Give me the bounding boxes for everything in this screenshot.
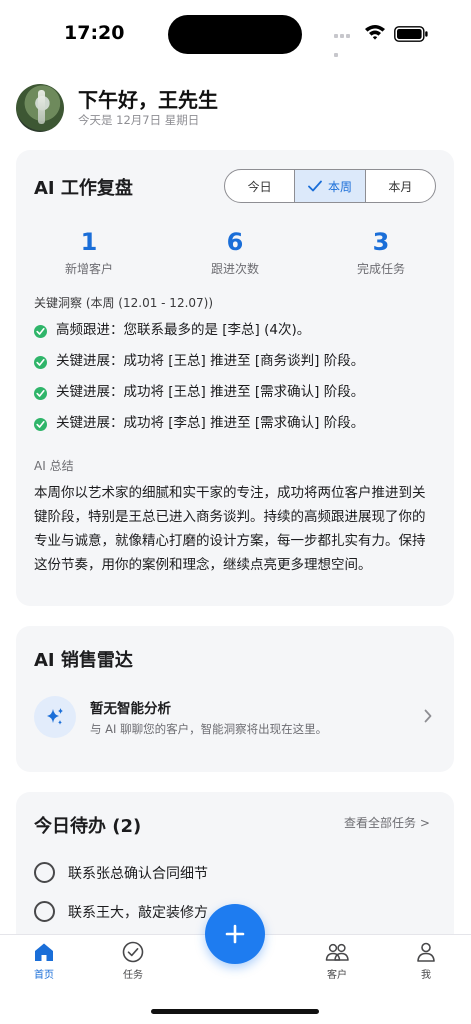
tab-label: 客户 — [327, 970, 347, 981]
stat-label: 新增客户 — [64, 262, 113, 276]
ai-work-review-card: AI 工作复盘 今日 本周 本月 1 新增客户 6 跟进次数 3 完成任务 关键… — [16, 150, 454, 606]
date-line: 今天是 12月7日 星期日 — [78, 113, 200, 127]
tab-today[interactable]: 今日 — [225, 170, 296, 202]
ai-sales-radar-card: AI 销售雷达 暂无智能分析 与 AI 聊聊您的客户，智能洞察将出现在这里。 — [16, 626, 454, 772]
home-icon — [35, 943, 53, 961]
tab-tasks[interactable]: 任务 — [103, 941, 163, 981]
chevron-right-icon — [424, 709, 432, 723]
tab-home[interactable]: 首页 — [14, 941, 74, 981]
stat-value: 6 — [226, 228, 244, 256]
insight-item: 关键进展：成功将 [王总] 推进至 [商务谈判] 阶段。 — [34, 351, 444, 382]
todo-item[interactable]: 联系张总确认合同细节 — [34, 858, 434, 897]
stat-new-customers: 1 新增客户 — [16, 228, 162, 277]
task-check-icon — [122, 941, 144, 963]
see-all-tasks-link[interactable]: 查看全部任务 > — [344, 814, 430, 831]
wifi-icon — [365, 25, 385, 40]
tab-me[interactable]: 我 — [396, 941, 456, 981]
sparkle-icon — [34, 696, 76, 738]
insight-item: 关键进展：成功将 [李总] 推进至 [需求确认] 阶段。 — [34, 413, 444, 444]
status-time: 17:20 — [64, 22, 125, 44]
todo-label: 联系张总确认合同细节 — [68, 866, 208, 882]
profile-icon — [417, 942, 435, 962]
plus-icon — [225, 924, 245, 944]
stat-completed-tasks: 3 完成任务 — [308, 228, 454, 277]
avatar[interactable] — [16, 84, 64, 132]
card-title: AI 工作复盘 — [34, 178, 133, 199]
insight-heading: 关键洞察 (本周 (12.01 - 12.07)) — [34, 296, 214, 310]
card-title: AI 销售雷达 — [34, 650, 133, 671]
tab-customers[interactable]: 客户 — [307, 941, 367, 981]
insight-list: 高频跟进：您联系最多的是 [李总] (4次)。 关键进展：成功将 [王总] 推进… — [34, 320, 444, 444]
todo-label: 联系王大，敲定装修方 — [68, 905, 208, 921]
todo-checkbox[interactable] — [34, 862, 55, 883]
radar-empty-subtitle: 与 AI 聊聊您的客户，智能洞察将出现在这里。 — [90, 722, 328, 736]
status-bar: 17:20 — [0, 0, 471, 70]
todo-checkbox[interactable] — [34, 901, 55, 922]
tab-this-week[interactable]: 本周 — [295, 170, 366, 202]
radar-empty-row[interactable]: 暂无智能分析 与 AI 聊聊您的客户，智能洞察将出现在这里。 — [16, 684, 454, 748]
check-circle-icon — [34, 325, 47, 338]
stat-value: 1 — [80, 228, 98, 256]
tab-label: 任务 — [123, 970, 143, 981]
insight-item: 高频跟进：您联系最多的是 [李总] (4次)。 — [34, 320, 444, 351]
card-title: 今日待办 (2) — [34, 816, 142, 837]
summary-heading: AI 总结 — [34, 459, 74, 473]
stat-value: 3 — [372, 228, 390, 256]
stat-label: 完成任务 — [356, 262, 405, 276]
tab-label: 首页 — [34, 970, 54, 981]
customers-icon — [325, 943, 349, 961]
period-segmented-control: 今日 本周 本月 — [224, 169, 436, 203]
summary-text: 本周你以艺术家的细腻和实干家的专注，成功将两位客户推进到关键阶段，特别是王总已进… — [34, 485, 426, 573]
stat-label: 跟进次数 — [210, 262, 259, 276]
checkmark-icon — [308, 180, 322, 192]
stats-row: 1 新增客户 6 跟进次数 3 完成任务 — [16, 228, 454, 282]
radar-empty-title: 暂无智能分析 — [90, 701, 171, 717]
stat-followups: 6 跟进次数 — [162, 228, 308, 277]
check-circle-icon — [34, 356, 47, 369]
greeting-title: 下午好，王先生 — [78, 88, 218, 112]
insight-item: 关键进展：成功将 [王总] 推进至 [需求确认] 阶段。 — [34, 382, 444, 413]
check-circle-icon — [34, 387, 47, 400]
signal-icon — [334, 34, 356, 57]
tab-this-month[interactable]: 本月 — [366, 170, 435, 202]
add-button[interactable] — [205, 904, 265, 964]
home-indicator — [151, 1009, 319, 1014]
dynamic-island — [168, 15, 302, 54]
check-circle-icon — [34, 418, 47, 431]
header: 下午好，王先生 今天是 12月7日 星期日 — [16, 84, 456, 134]
tab-label: 我 — [421, 970, 431, 981]
battery-icon — [394, 26, 428, 42]
